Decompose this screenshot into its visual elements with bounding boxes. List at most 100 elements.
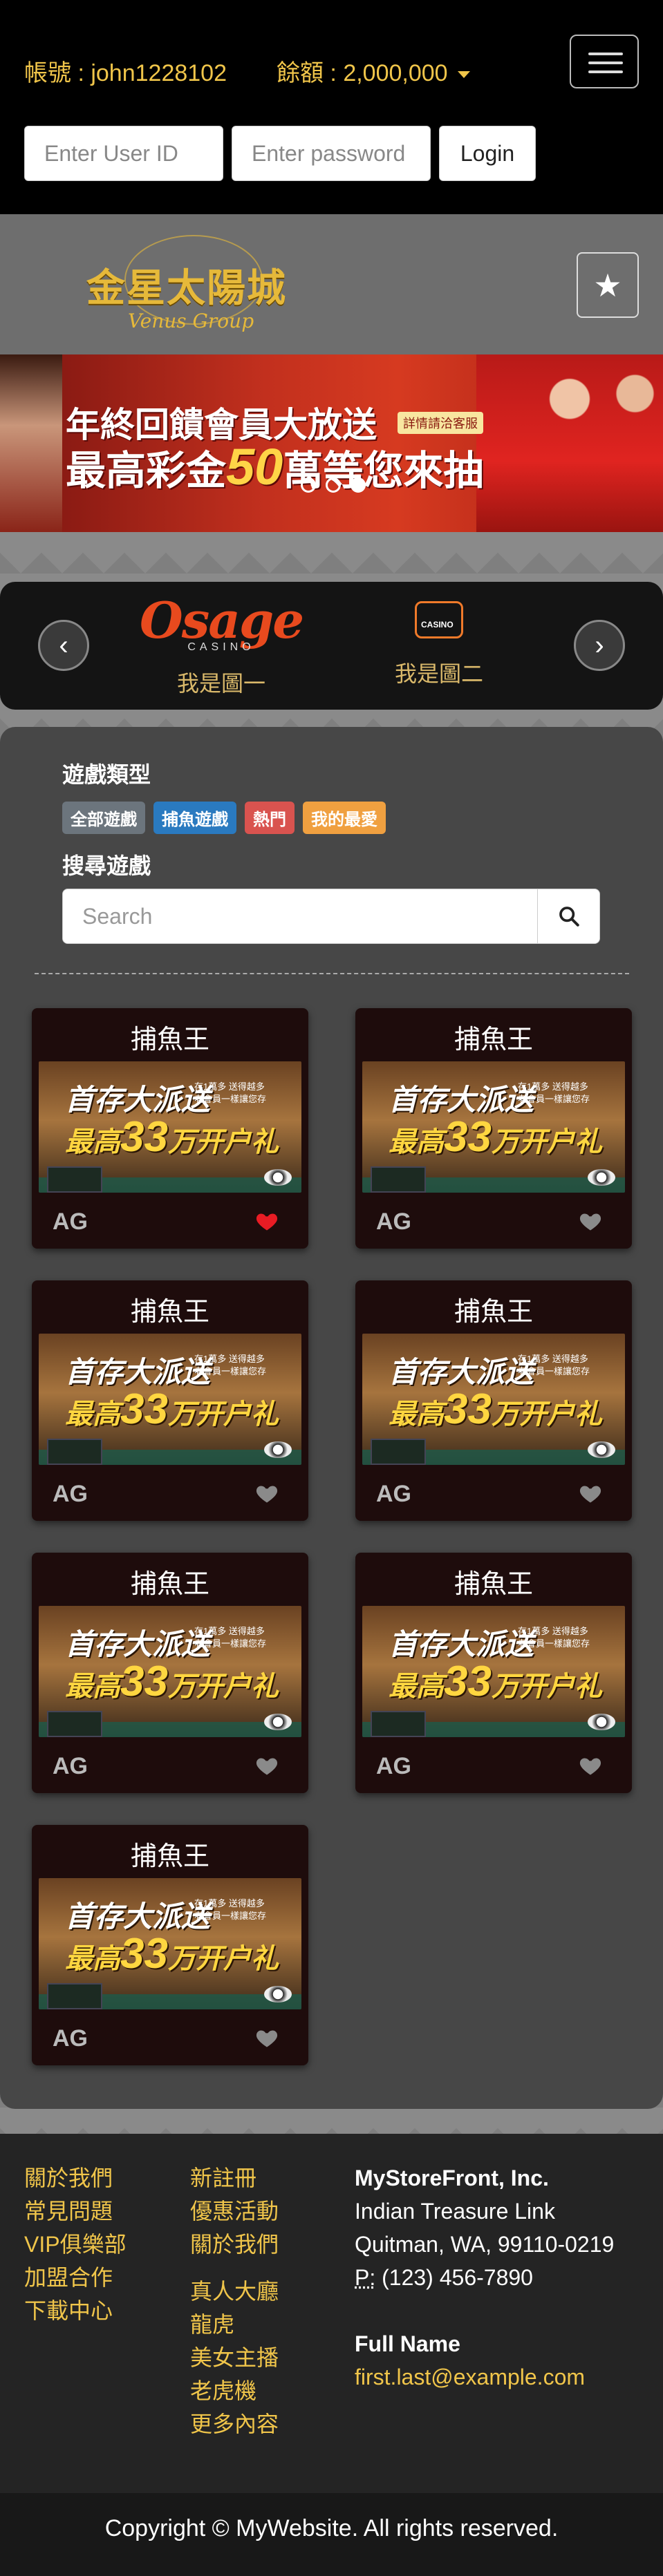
carousel-indicator-dot[interactable] xyxy=(351,477,366,493)
menu-toggle-button[interactable] xyxy=(570,35,639,88)
osage-casino-logo: Osage xyxy=(139,591,304,650)
game-thumbnail[interactable]: 首存大派送存1萬多 送得越多 老會員一樣讓您存最高33万开户礼金 xyxy=(39,1878,301,2009)
heart-icon[interactable] xyxy=(578,1209,603,1233)
password-input[interactable] xyxy=(232,126,431,181)
heart-icon[interactable] xyxy=(578,1481,603,1506)
footer-links-col1: 關於我們 常見問題 VIP俱樂部 加盟合作 下載中心 xyxy=(24,2161,127,2327)
game-title: 捕魚王 xyxy=(130,1025,209,1054)
thumbnail-subheadline-pre: 最高 xyxy=(389,1127,444,1157)
thumbnail-subheadline-amount: 33 xyxy=(444,1658,492,1705)
footer-link[interactable]: 關於我們 xyxy=(24,2161,127,2195)
footer-links-col2: 新註冊 優惠活動 關於我們真人大廳 龍虎 美女主播 老虎機 更多內容 xyxy=(190,2161,279,2441)
hamburger-icon-bar xyxy=(588,61,623,64)
footer-contact: MyStoreFront, Inc. Indian Treasure Link … xyxy=(355,2161,614,2394)
logo-sub-text: Venus Group xyxy=(128,310,254,332)
section-divider xyxy=(35,973,629,974)
thumbnail-laptop-image xyxy=(47,1439,102,1465)
filter-all-games[interactable]: 全部遊戲 xyxy=(62,802,145,834)
thumbnail-small-text: 存1萬多 送得越多 老會員一樣讓您存 xyxy=(518,1626,590,1649)
carousel-indicator-dot[interactable] xyxy=(326,477,341,493)
user-id-input[interactable] xyxy=(24,126,223,181)
footer-link[interactable]: 新註冊 xyxy=(190,2161,279,2195)
filter-hot-games[interactable]: 熱門 xyxy=(245,802,295,834)
top-bar: 帳號 : john1228102 餘額 : 2,000,000 Login xyxy=(0,0,663,214)
footer-link[interactable]: 關於我們 xyxy=(190,2228,279,2261)
provider-prev-button[interactable]: ‹ xyxy=(38,620,89,671)
banner-subheadline: 最高彩金50萬等您來抽 xyxy=(66,437,483,496)
footer-link[interactable]: 加盟合作 xyxy=(24,2261,127,2294)
site-footer: 關於我們 常見問題 VIP俱樂部 加盟合作 下載中心 新註冊 優惠活動 關於我們 真人大廳 龍虎… xyxy=(0,2134,663,2493)
game-card[interactable]: 捕魚王首存大派送存1萬多 送得越多 老會員一樣讓您存最高33万开户礼金AG xyxy=(355,1553,632,1793)
promo-banner-carousel[interactable]: 年終回饋會員大放送 詳情請洽客服 最高彩金50萬等您來抽 xyxy=(0,354,663,532)
provider-carousel: ‹ Osage CASINO 我是圖一 CASINO 我是圖二 › xyxy=(0,582,663,710)
game-thumbnail[interactable]: 首存大派送存1萬多 送得越多 老會員一樣讓您存最高33万开户礼金 xyxy=(39,1061,301,1193)
game-thumbnail[interactable]: 首存大派送存1萬多 送得越多 老會員一樣讓您存最高33万开户礼金 xyxy=(39,1606,301,1737)
game-thumbnail[interactable]: 首存大派送存1萬多 送得越多 老會員一樣讓您存最高33万开户礼金 xyxy=(39,1334,301,1465)
favorite-star-button[interactable]: ★ xyxy=(577,252,639,318)
game-provider: AG xyxy=(53,1753,88,1779)
phone-number: (123) 456-7890 xyxy=(382,2265,533,2290)
footer-link[interactable]: VIP俱樂部 xyxy=(24,2228,127,2261)
search-icon xyxy=(559,907,579,927)
game-card[interactable]: 捕魚王首存大派送存1萬多 送得越多 老會員一樣讓您存最高33万开户礼金AG xyxy=(32,1280,308,1521)
banner-subheadline-amount: 50 xyxy=(226,438,283,495)
footer-link[interactable]: 老虎機 xyxy=(190,2374,279,2407)
heart-icon[interactable] xyxy=(578,1753,603,1778)
game-thumbnail[interactable]: 首存大派送存1萬多 送得越多 老會員一樣讓您存最高33万开户礼金 xyxy=(362,1334,625,1465)
casino-icon-text: CASINO xyxy=(421,620,454,629)
game-card[interactable]: 捕魚王首存大派送存1萬多 送得越多 老會員一樣讓您存最高33万开户礼金 AG xyxy=(32,1008,308,1249)
banner-model-image-right xyxy=(476,354,663,532)
search-button[interactable] xyxy=(538,889,600,944)
game-provider: AG xyxy=(376,1209,411,1235)
contact-email-link[interactable]: first.last@example.com xyxy=(355,2360,614,2394)
game-title: 捕魚王 xyxy=(454,1570,533,1599)
game-card[interactable]: 捕魚王首存大派送存1萬多 送得越多 老會員一樣讓您存最高33万开户礼金AG xyxy=(355,1280,632,1521)
heart-icon[interactable] xyxy=(254,1481,279,1506)
footer-link[interactable]: 美女主播 xyxy=(190,2341,279,2374)
provider-next-button[interactable]: › xyxy=(574,620,625,671)
game-title: 捕魚王 xyxy=(454,1298,533,1327)
filter-favorite-games[interactable]: 我的最愛 xyxy=(303,802,386,834)
provider-item[interactable]: Osage CASINO 我是圖一 xyxy=(135,596,308,698)
thumbnail-chips-image xyxy=(264,1169,292,1186)
heart-icon[interactable] xyxy=(254,1209,279,1233)
heart-icon[interactable] xyxy=(254,1753,279,1778)
balance-dropdown[interactable]: 餘額 : 2,000,000 xyxy=(277,54,470,88)
phone-abbr: P: xyxy=(355,2265,376,2290)
game-card[interactable]: 捕魚王首存大派送存1萬多 送得越多 老會員一樣讓您存最高33万开户礼金 AG xyxy=(355,1008,632,1249)
search-input[interactable] xyxy=(62,889,538,944)
game-thumbnail[interactable]: 首存大派送存1萬多 送得越多 老會員一樣讓您存最高33万开户礼金 xyxy=(362,1061,625,1193)
login-button[interactable]: Login xyxy=(439,126,536,181)
thumbnail-subheadline-pre: 最高 xyxy=(65,1399,120,1430)
copyright: Copyright © MyWebsite. All rights reserv… xyxy=(0,2493,663,2576)
footer-link[interactable]: 常見問題 xyxy=(24,2195,127,2228)
game-thumbnail[interactable]: 首存大派送存1萬多 送得越多 老會員一樣讓您存最高33万开户礼金 xyxy=(362,1606,625,1737)
carousel-indicator-dot[interactable] xyxy=(301,477,316,493)
game-title: 捕魚王 xyxy=(454,1025,533,1054)
logo-main-text: 金星太陽城 xyxy=(86,265,287,311)
footer-group-spacer xyxy=(190,2261,279,2275)
footer-link[interactable]: 真人大廳 xyxy=(190,2275,279,2308)
brand-logo[interactable]: 金星太陽城 Venus Group xyxy=(86,228,308,342)
footer-link[interactable]: 更多內容 xyxy=(190,2407,279,2441)
provider-item[interactable]: CASINO 我是圖二 xyxy=(377,596,501,688)
filter-fishing-games[interactable]: 捕魚遊戲 xyxy=(153,802,236,834)
thumbnail-laptop-image xyxy=(371,1439,426,1465)
thumbnail-subheadline-pre: 最高 xyxy=(65,1671,120,1702)
login-form: Login xyxy=(24,126,536,181)
thumbnail-subheadline-amount: 33 xyxy=(120,1113,168,1161)
footer-link[interactable]: 優惠活動 xyxy=(190,2195,279,2228)
thumbnail-chips-image xyxy=(588,1169,615,1186)
thumbnail-small-text: 存1萬多 送得越多 老會員一樣讓您存 xyxy=(194,1081,267,1104)
game-provider: AG xyxy=(53,1209,88,1235)
footer-link[interactable]: 龍虎 xyxy=(190,2308,279,2341)
games-panel: 遊戲類型 全部遊戲 捕魚遊戲 熱門 我的最愛 搜尋遊戲 捕魚王首存大派送存1萬多… xyxy=(0,727,663,2109)
casino-icon: CASINO xyxy=(415,601,463,638)
game-card[interactable]: 捕魚王首存大派送存1萬多 送得越多 老會員一樣讓您存最高33万开户礼金AG xyxy=(32,1825,308,2065)
thumbnail-small-text: 存1萬多 送得越多 老會員一樣讓您存 xyxy=(194,1898,267,1921)
heart-icon[interactable] xyxy=(254,2025,279,2050)
footer-link[interactable]: 下載中心 xyxy=(24,2294,127,2327)
game-title: 捕魚王 xyxy=(130,1570,209,1599)
account-info: 帳號 : john1228102 餘額 : 2,000,000 xyxy=(24,54,470,88)
game-card[interactable]: 捕魚王首存大派送存1萬多 送得越多 老會員一樣讓您存最高33万开户礼金 AG xyxy=(32,1553,308,1793)
